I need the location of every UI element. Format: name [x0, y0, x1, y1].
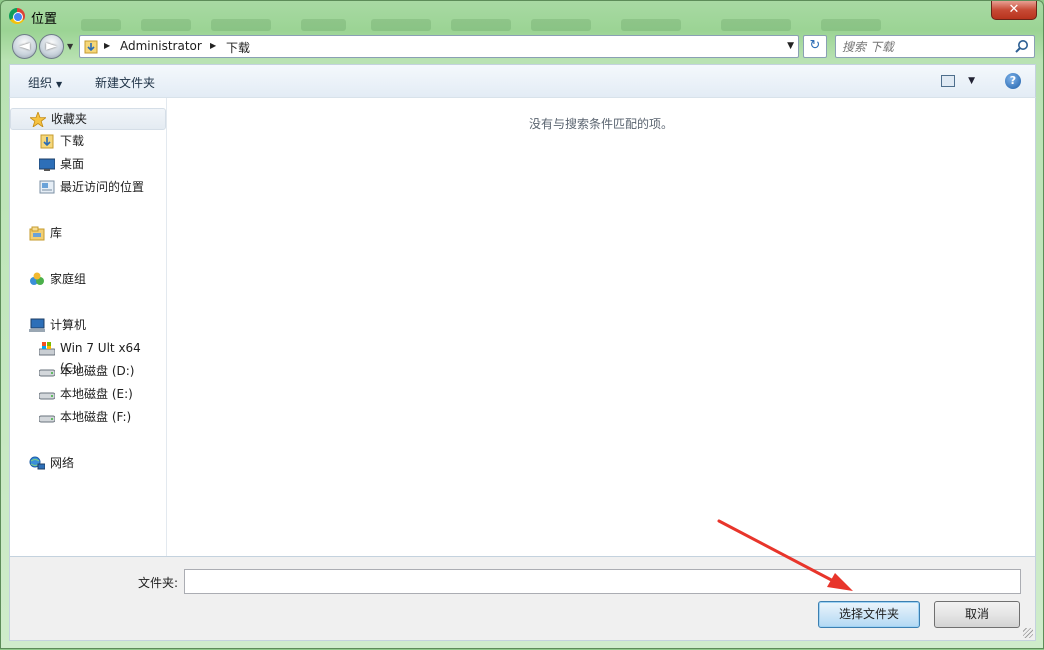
sidebar-item-label: 网络: [50, 456, 75, 470]
breadcrumb-separator-icon[interactable]: ▶: [104, 41, 110, 50]
help-icon[interactable]: ?: [1005, 73, 1021, 89]
navigation-bar: ◄ ► ▼ ▶ Administrator ▶ 下载 ▼ ↻: [9, 32, 1037, 60]
select-folder-button[interactable]: 选择文件夹: [818, 601, 920, 628]
breadcrumb-administrator[interactable]: Administrator: [120, 39, 202, 53]
hard-drive-icon: [39, 392, 55, 400]
sidebar-item-drive-c[interactable]: Win 7 Ult x64 (C:): [10, 338, 166, 375]
empty-results-message: 没有与搜索条件匹配的项。: [528, 117, 673, 131]
hard-drive-icon: [39, 369, 55, 377]
command-toolbar: 组织 ▼ 新建文件夹 ▼ ?: [9, 64, 1036, 97]
cancel-button[interactable]: 取消: [934, 601, 1020, 628]
sidebar-item-homegroup[interactable]: 家庭组: [10, 269, 166, 291]
sidebar-item-downloads[interactable]: 下载: [10, 131, 166, 153]
sidebar-item-recent-places[interactable]: 最近访问的位置: [10, 177, 166, 199]
breadcrumb-downloads[interactable]: 下载: [226, 39, 250, 56]
star-icon: [30, 112, 46, 127]
sidebar-item-network[interactable]: 网络: [10, 453, 166, 475]
homegroup-icon: [30, 272, 44, 285]
browser-panes: 收藏夹 下载 桌面 最近访问的位置 库 家庭组 计算机 Win 7 Ult x6…: [9, 97, 1036, 557]
dialog-footer: 文件夹: 选择文件夹 取消: [9, 557, 1036, 641]
address-dropdown-icon[interactable]: ▼: [787, 41, 794, 51]
window-title: 位置: [31, 12, 58, 27]
folder-picker-window: 位置 ✕ ◄ ► ▼ ▶ Administrator ▶ 下载 ▼ ↻ 搜索 下…: [0, 0, 1044, 649]
downloads-folder-icon: [40, 134, 54, 149]
sidebar-item-label: 本地磁盘 (E:): [60, 387, 133, 401]
library-icon: [29, 226, 45, 241]
sidebar-item-label: 桌面: [60, 157, 85, 171]
sidebar-item-label: 本地磁盘 (F:): [60, 410, 132, 424]
navigation-pane[interactable]: 收藏夹 下载 桌面 最近访问的位置 库 家庭组 计算机 Win 7 Ult x6…: [10, 98, 167, 556]
sidebar-item-favorites[interactable]: 收藏夹: [10, 108, 166, 130]
address-bar[interactable]: ▶ Administrator ▶ 下载 ▼: [79, 35, 799, 58]
resize-grip-icon[interactable]: [1023, 628, 1033, 638]
sidebar-item-label: 最近访问的位置: [60, 180, 145, 194]
organize-label: 组织: [28, 76, 53, 90]
sidebar-item-label: 库: [50, 226, 63, 240]
view-dropdown-icon[interactable]: ▼: [968, 76, 975, 86]
breadcrumb-separator-icon[interactable]: ▶: [210, 41, 216, 50]
sidebar-item-libraries[interactable]: 库: [10, 223, 166, 245]
search-box[interactable]: [835, 35, 1035, 58]
recent-locations-dropdown-icon[interactable]: ▼: [67, 42, 73, 51]
close-button[interactable]: ✕: [991, 1, 1037, 20]
refresh-button[interactable]: ↻: [803, 35, 827, 58]
sidebar-item-computer[interactable]: 计算机: [10, 315, 166, 337]
sidebar-item-label: 本地磁盘 (D:): [60, 364, 135, 378]
hard-drive-icon: [39, 415, 55, 423]
folder-download-icon: [84, 40, 98, 54]
chrome-app-icon: [9, 8, 25, 24]
view-mode-icon[interactable]: [941, 75, 955, 87]
system-drive-icon: [39, 342, 55, 356]
folder-field-label: 文件夹:: [138, 576, 179, 590]
sidebar-item-drive-f[interactable]: 本地磁盘 (F:): [10, 407, 166, 429]
sidebar-item-drive-e[interactable]: 本地磁盘 (E:): [10, 384, 166, 406]
sidebar-item-label: 下载: [60, 134, 85, 148]
back-button[interactable]: ◄: [12, 34, 37, 59]
forward-button[interactable]: ►: [39, 34, 64, 59]
search-icon[interactable]: [1015, 39, 1029, 53]
sidebar-item-label: 计算机: [50, 318, 87, 332]
search-input[interactable]: [842, 38, 1012, 55]
title-bar: 位置 ✕: [1, 1, 1043, 31]
organize-menu[interactable]: 组织 ▼: [28, 74, 62, 91]
sidebar-item-desktop[interactable]: 桌面: [10, 154, 166, 176]
chevron-down-icon: ▼: [56, 80, 63, 89]
recent-places-icon: [39, 180, 55, 194]
computer-icon: [29, 318, 45, 332]
new-folder-button[interactable]: 新建文件夹: [95, 74, 155, 91]
sidebar-item-label: 家庭组: [50, 272, 87, 286]
sidebar-item-label: 收藏夹: [51, 112, 88, 126]
sidebar-item-drive-d[interactable]: 本地磁盘 (D:): [10, 361, 166, 383]
network-icon: [29, 456, 45, 470]
folder-name-input[interactable]: [184, 569, 1021, 594]
file-list-pane[interactable]: 没有与搜索条件匹配的项。: [167, 98, 1035, 556]
desktop-icon: [39, 158, 55, 171]
